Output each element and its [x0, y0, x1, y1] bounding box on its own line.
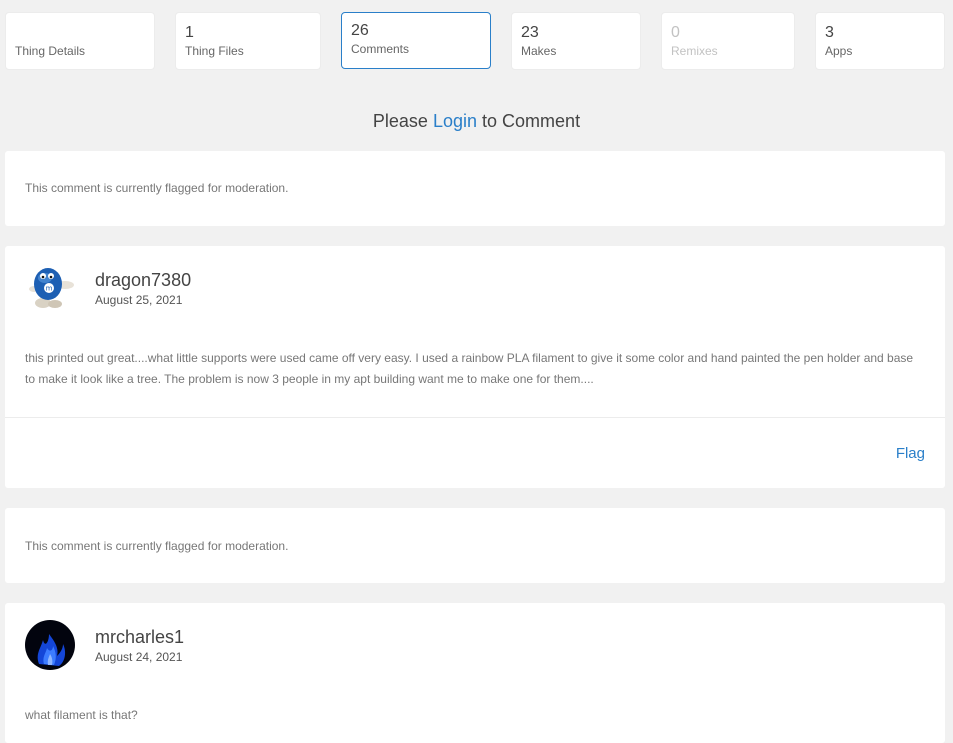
comment-card: m dragon7380 August 25, 2021 this printe… — [5, 246, 945, 488]
login-link[interactable]: Login — [433, 111, 477, 131]
login-suffix: to Comment — [482, 111, 581, 131]
flag-link[interactable]: Flag — [896, 445, 925, 462]
tab-count — [15, 23, 145, 43]
comment-body: this printed out great....what little su… — [25, 351, 914, 386]
tab-label: Makes — [521, 44, 557, 58]
comment-date: August 25, 2021 — [95, 293, 183, 307]
tab-thing-files[interactable]: 1 Thing Files — [175, 12, 321, 70]
flagged-message: This comment is currently flagged for mo… — [25, 539, 289, 553]
tab-count: 26 — [351, 22, 369, 39]
tab-count: 1 — [185, 24, 194, 41]
svg-text:m: m — [46, 285, 53, 293]
login-prefix: Please — [372, 111, 428, 131]
login-prompt: Please Login to Comment — [0, 110, 953, 132]
comment-date: August 24, 2021 — [95, 650, 183, 664]
avatar[interactable]: m — [25, 263, 75, 313]
tab-makes[interactable]: 23 Makes — [511, 12, 641, 70]
flagged-comment-card: This comment is currently flagged for mo… — [5, 508, 945, 583]
tab-label: Remixes — [671, 44, 718, 58]
flagged-comment-card: This comment is currently flagged for mo… — [5, 151, 945, 226]
comment-username[interactable]: mrcharles1 — [95, 627, 184, 647]
tab-label: Apps — [825, 44, 853, 58]
tab-apps[interactable]: 3 Apps — [815, 12, 945, 70]
tab-count: 0 — [671, 24, 680, 41]
tab-thing-details[interactable]: Thing Details — [5, 12, 155, 70]
comment-username[interactable]: dragon7380 — [95, 270, 191, 290]
flagged-message: This comment is currently flagged for mo… — [25, 181, 289, 195]
tab-count: 23 — [521, 24, 539, 41]
comment-divider — [5, 417, 945, 418]
tab-count: 3 — [825, 24, 834, 41]
blue-flame-avatar-icon — [25, 620, 75, 670]
comment-body: what filament is that? — [25, 708, 138, 722]
avatar[interactable] — [25, 620, 75, 670]
tab-comments[interactable]: 26 Comments — [341, 12, 491, 69]
tab-label: Thing Files — [185, 44, 244, 58]
tab-remixes[interactable]: 0 Remixes — [661, 12, 795, 70]
comment-card: mrcharles1 August 24, 2021 what filament… — [5, 603, 945, 743]
mm-mascot-avatar-icon: m — [25, 263, 75, 313]
tab-label: Thing Details — [15, 44, 86, 58]
tab-label: Comments — [351, 42, 410, 56]
tab-bar: Thing Details 1 Thing Files 26 Comments … — [0, 12, 953, 70]
